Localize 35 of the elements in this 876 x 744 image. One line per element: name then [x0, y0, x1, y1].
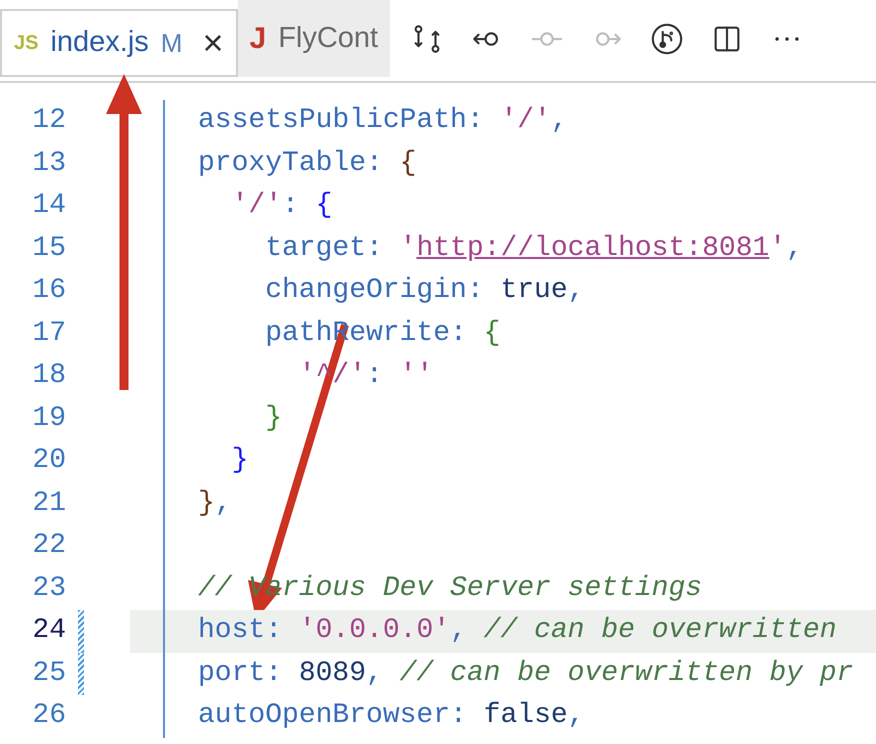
line-number: 21 — [31, 486, 66, 521]
line-number: 20 — [31, 444, 66, 478]
line-number: 16 — [31, 274, 66, 308]
line-number: 19 — [31, 402, 66, 436]
code-line: target: 'http://localhost:8081', — [265, 234, 803, 263]
line-number: 18 — [31, 359, 66, 394]
code-line: assetsPublicPath: '/', — [198, 107, 568, 136]
code-line: host: '0.0.0.0', // can be overwritten — [198, 617, 838, 646]
line-number: 25 — [31, 656, 66, 691]
file-type-icon: J — [250, 16, 266, 61]
line-number: 26 — [31, 699, 66, 734]
line-number: 23 — [31, 572, 66, 606]
code-line: '/': { — [232, 192, 332, 220]
line-number: 13 — [31, 146, 66, 181]
line-number: 22 — [31, 529, 66, 564]
code-line: } — [232, 447, 248, 476]
code-line: } — [265, 404, 282, 433]
line-number: 17 — [31, 316, 66, 351]
tab-label: FlyCont — [278, 20, 378, 56]
file-type-icon: JS — [14, 28, 38, 58]
code-line: port: 8089, // can be overwritten by pr — [198, 660, 854, 688]
code-line: autoOpenBrowser: false, — [198, 702, 584, 730]
modified-status: M — [160, 26, 182, 60]
tab-label: index.js — [50, 25, 149, 60]
close-button[interactable]: × — [202, 25, 224, 61]
code-line: proxyTable: { — [198, 150, 416, 178]
line-number: 14 — [31, 189, 66, 224]
line-number: 15 — [31, 232, 66, 266]
line-number: 24 — [31, 614, 66, 648]
line-number: 12 — [31, 104, 66, 138]
code-line: }, — [198, 490, 232, 518]
branch-icon[interactable] — [650, 22, 684, 56]
editor-tab[interactable]: J FlyCont — [238, 0, 390, 77]
editor-tab[interactable]: JS index.js M × — [0, 9, 238, 77]
code-line: changeOrigin: true, — [265, 277, 584, 306]
